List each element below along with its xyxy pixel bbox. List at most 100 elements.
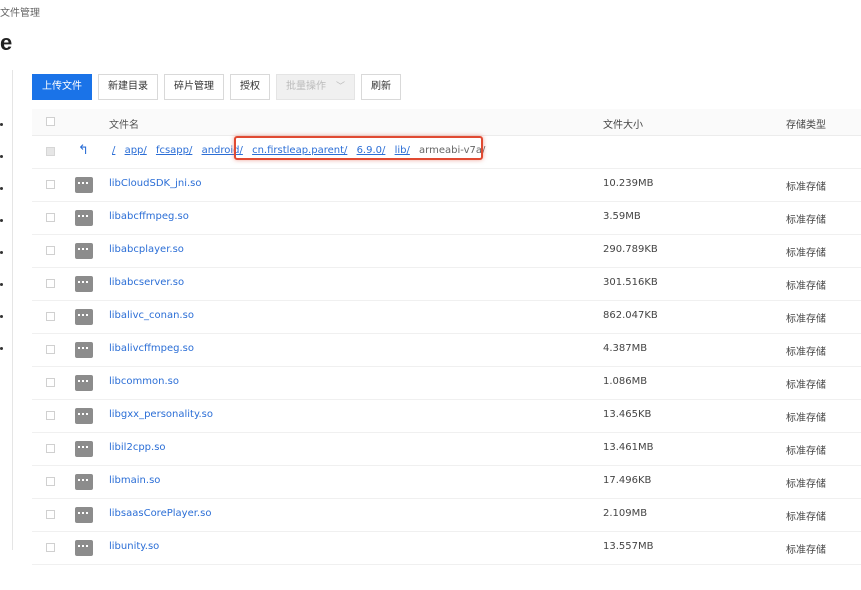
file-icon [75,408,93,424]
row-checkbox[interactable] [46,444,55,453]
sidebar-item[interactable] [0,347,3,350]
file-size: 10.239MB [603,178,654,189]
upload-file-button[interactable]: 上传文件 [32,74,92,100]
storage-type: 标准存储 [786,248,826,259]
file-icon [75,276,93,292]
back-arrow-icon[interactable]: ↰ [78,143,89,158]
storage-type: 标准存储 [786,314,826,325]
file-size: 301.516KB [603,277,658,288]
table-row: libabcffmpeg.so 3.59MB 标准存储 [32,202,861,235]
select-all-checkbox[interactable] [46,117,55,126]
file-icon [75,342,93,358]
file-size: 17.496KB [603,475,652,486]
row-checkbox[interactable] [46,279,55,288]
row-checkbox[interactable] [46,378,55,387]
file-name-link[interactable]: libabcserver.so [109,277,184,288]
table-header: 文件名 文件大小 存储类型 [32,109,861,136]
sidebar-item[interactable] [0,219,3,222]
chevron-down-icon: ﹀ [336,82,346,92]
file-name-link[interactable]: libunity.so [109,541,159,552]
sidebar-item[interactable] [0,283,3,286]
file-name-link[interactable]: libalivcffmpeg.so [109,343,194,354]
storage-type: 标准存储 [786,512,826,523]
storage-type: 标准存储 [786,380,826,391]
file-size: 13.557MB [603,541,654,552]
row-checkbox[interactable] [46,246,55,255]
storage-type: 标准存储 [786,413,826,424]
new-directory-button[interactable]: 新建目录 [98,74,158,100]
breadcrumb: 文件管理 [0,8,40,19]
path-segment-root[interactable]: / [112,145,115,156]
path-segment-version[interactable]: 6.9.0/ [357,145,386,156]
row-checkbox[interactable] [46,345,55,354]
file-size: 3.59MB [603,211,641,222]
file-name-link[interactable]: libabcplayer.so [109,244,184,255]
path-segment-fcsapp[interactable]: fcsapp/ [156,145,192,156]
table-row: libcommon.so 1.086MB 标准存储 [32,367,861,400]
file-name-link[interactable]: libsaasCorePlayer.so [109,508,211,519]
batch-operations-dropdown[interactable]: 批量操作 ﹀ [276,74,356,100]
storage-type: 标准存储 [786,545,826,556]
path-segment-lib[interactable]: lib/ [395,145,410,156]
file-name-link[interactable]: libgxx_personality.so [109,409,213,420]
refresh-button[interactable]: 刷新 [361,74,402,100]
file-size: 1.086MB [603,376,648,387]
table-row: libabcplayer.so 290.789KB 标准存储 [32,235,861,268]
path-segment-cn-firstleap-parent[interactable]: cn.firstleap.parent/ [252,145,347,156]
path-segment-app[interactable]: app/ [125,145,147,156]
storage-type: 标准存储 [786,446,826,457]
table-row: libabcserver.so 301.516KB 标准存储 [32,268,861,301]
file-icon [75,243,93,259]
table-row: libsaasCorePlayer.so 2.109MB 标准存储 [32,499,861,532]
file-icon [75,375,93,391]
sidebar-item[interactable] [0,315,3,318]
authorize-button[interactable]: 授权 [230,74,270,100]
file-icon [75,474,93,490]
table-row: libalivc_conan.so 862.047KB 标准存储 [32,301,861,334]
row-checkbox[interactable] [46,543,55,552]
batch-operations-label: 批量操作 [286,81,326,92]
parent-path-row: ↰ / app/ fcsapp/ android/ cn.firstleap.p… [32,136,861,169]
file-size: 2.109MB [603,508,648,519]
file-table: 文件名 文件大小 存储类型 ↰ / app/ fcsapp/ android/ … [32,109,861,565]
file-name-link[interactable]: libCloudSDK_jni.so [109,178,201,189]
row-checkbox-disabled [46,147,55,156]
storage-type: 标准存储 [786,479,826,490]
storage-type: 标准存储 [786,182,826,193]
row-checkbox[interactable] [46,510,55,519]
row-checkbox[interactable] [46,411,55,420]
table-row: libil2cpp.so 13.461MB 标准存储 [32,433,861,466]
sidebar-item[interactable] [0,251,3,254]
file-icon [75,540,93,556]
sidebar-item[interactable] [0,155,3,158]
storage-type: 标准存储 [786,215,826,226]
table-row: libmain.so 17.496KB 标准存储 [32,466,861,499]
file-name-link[interactable]: libabcffmpeg.so [109,211,189,222]
path-segment-android[interactable]: android/ [202,145,243,156]
sidebar-item[interactable] [0,123,3,126]
row-checkbox[interactable] [46,477,55,486]
file-name-link[interactable]: libalivc_conan.so [109,310,194,321]
row-checkbox[interactable] [46,312,55,321]
file-name-link[interactable]: libcommon.so [109,376,179,387]
column-header-name: 文件名 [109,120,139,131]
table-row: libgxx_personality.so 13.465KB 标准存储 [32,400,861,433]
row-checkbox[interactable] [46,180,55,189]
fragment-management-button[interactable]: 碎片管理 [164,74,224,100]
file-size: 290.789KB [603,244,658,255]
column-header-size: 文件大小 [603,120,643,131]
path-breadcrumb: / app/ fcsapp/ android/ cn.firstleap.par… [112,145,485,156]
storage-type: 标准存储 [786,347,826,358]
file-size: 13.465KB [603,409,652,420]
sidebar-divider [12,70,13,550]
file-name-link[interactable]: libil2cpp.so [109,442,166,453]
page-title: e [0,30,13,55]
file-icon [75,177,93,193]
file-icon [75,210,93,226]
file-icon [75,441,93,457]
table-row: libalivcffmpeg.so 4.387MB 标准存储 [32,334,861,367]
row-checkbox[interactable] [46,213,55,222]
file-name-link[interactable]: libmain.so [109,475,160,486]
toolbar: 上传文件 新建目录 碎片管理 授权 批量操作 ﹀ 刷新 [32,74,402,100]
sidebar-item[interactable] [0,187,3,190]
